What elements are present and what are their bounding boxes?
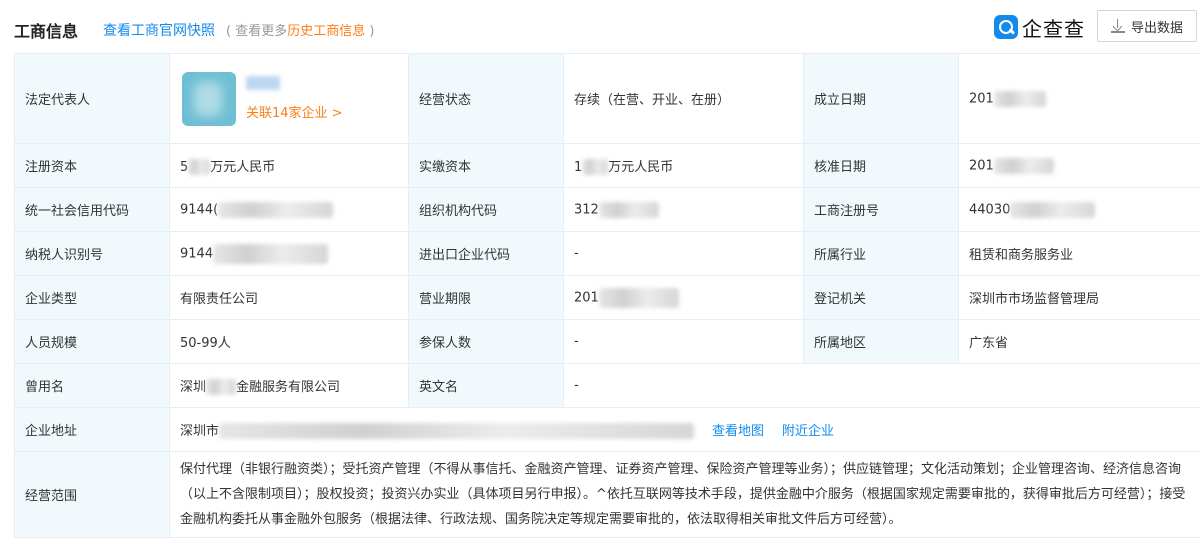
table-row: 纳税人识别号 9144 进出口企业代码 - 所属行业 租赁和商务服务业: [14, 231, 1200, 276]
legal-rep-name-redacted[interactable]: [246, 76, 280, 90]
redacted-block: [993, 157, 1054, 174]
authority-label: 登记机关: [803, 275, 959, 320]
former-name-prefix: 深圳: [180, 379, 207, 395]
status-label: 经营状态: [408, 53, 564, 144]
tax-id-value: 9144: [180, 246, 214, 261]
scope-value: 保付代理（非银行融资类）；受托资产管理（不得从事信托、金融资产管理、证券资产管理…: [169, 451, 1200, 538]
redacted-block: [598, 287, 679, 308]
table-row: 企业地址 深圳市 查看地图 附近企业: [14, 407, 1200, 452]
history-hint-prefix: ( 查看更多: [226, 24, 288, 39]
table-row: 曾用名 深圳 金融服务有限公司 英文名 -: [14, 363, 1200, 408]
redacted-block: [598, 201, 659, 218]
paid-capital-prefix: 1: [574, 159, 583, 175]
est-date-value: 201: [969, 91, 994, 106]
redacted-block: [993, 90, 1046, 107]
reg-no-label: 工商注册号: [803, 187, 959, 232]
approve-date-value: 201: [969, 158, 994, 173]
scope-label: 经营范围: [14, 451, 170, 538]
region-value: 广东省: [958, 319, 1200, 364]
paid-capital-suffix: 万元人民币: [608, 159, 674, 175]
reg-capital-prefix: 5: [180, 159, 189, 175]
table-row: 人员规模 50-99人 参保人数 - 所属地区 广东省: [14, 319, 1200, 364]
staff-label: 人员规模: [14, 319, 170, 364]
related-companies-link[interactable]: 关联14家企业 >: [246, 102, 343, 121]
export-data-button[interactable]: 导出数据: [1097, 10, 1197, 42]
redacted-block: [218, 201, 334, 218]
import-code-value: -: [563, 231, 804, 276]
redacted-block: [582, 159, 609, 176]
term-cell: 201: [563, 275, 804, 320]
search-logo-icon: [994, 15, 1018, 39]
legal-rep-cell: 关联14家企业 >: [169, 53, 409, 144]
snapshot-link[interactable]: 查看工商官网快照: [103, 20, 215, 40]
english-name-value: -: [563, 363, 1200, 408]
credit-code-label: 统一社会信用代码: [14, 187, 170, 232]
paid-capital-label: 实缴资本: [408, 143, 564, 188]
insured-value: -: [563, 319, 804, 364]
term-value: 201: [574, 290, 599, 305]
reg-capital-cell: 5 万元人民币: [169, 143, 409, 188]
logo-text: 企查查: [1022, 16, 1085, 41]
table-row: 注册资本 5 万元人民币 实缴资本 1 万元人民币 核准日期 201: [14, 143, 1200, 188]
est-date-label: 成立日期: [803, 53, 959, 144]
redacted-block: [1010, 201, 1096, 218]
section-title: 工商信息: [14, 22, 79, 41]
org-code-label: 组织机构代码: [408, 187, 564, 232]
approve-date-label: 核准日期: [803, 143, 959, 188]
redacted-block: [206, 379, 237, 396]
former-name-cell: 深圳 金融服务有限公司: [169, 363, 409, 408]
table-row: 统一社会信用代码 9144( 组织机构代码 312 工商注册号 44030: [14, 187, 1200, 232]
english-name-label: 英文名: [408, 363, 564, 408]
authority-value: 深圳市市场监督管理局: [958, 275, 1200, 320]
export-data-label: 导出数据: [1130, 20, 1183, 36]
nearby-companies-link[interactable]: 附近企业: [782, 424, 834, 439]
credit-code-value: 9144(: [180, 202, 219, 217]
section-header: 工商信息 查看工商官网快照 ( 查看更多历史工商信息 ) 企查查 导出数据: [0, 0, 1200, 52]
industry-value: 租赁和商务服务业: [958, 231, 1200, 276]
company-type-value: 有限责任公司: [169, 275, 409, 320]
history-hint: ( 查看更多历史工商信息 ): [226, 20, 374, 39]
table-row: 企业类型 有限责任公司 营业期限 201 登记机关 深圳市市场监督管理局: [14, 275, 1200, 320]
insured-label: 参保人数: [408, 319, 564, 364]
staff-value: 50-99人: [169, 319, 409, 364]
tax-id-label: 纳税人识别号: [14, 231, 170, 276]
org-code-value: 312: [574, 202, 599, 217]
history-info-link[interactable]: 历史工商信息: [287, 24, 365, 39]
redacted-block: [219, 423, 695, 440]
reg-capital-label: 注册资本: [14, 143, 170, 188]
legal-rep-label: 法定代表人: [14, 53, 170, 144]
avatar[interactable]: [182, 71, 236, 126]
former-name-label: 曾用名: [14, 363, 170, 408]
business-info-table: 法定代表人 关联14家企业 > 经营状态 存续（在营、开业、在册） 成立日期 2…: [14, 53, 1200, 538]
status-value: 存续（在营、开业、在册）: [563, 53, 804, 144]
address-value: 深圳市: [180, 423, 220, 439]
table-row: 法定代表人 关联14家企业 > 经营状态 存续（在营、开业、在册） 成立日期 2…: [14, 53, 1200, 144]
org-code-cell: 312: [563, 187, 804, 232]
address-cell: 深圳市 查看地图 附近企业: [169, 407, 1200, 452]
table-row: 经营范围 保付代理（非银行融资类）；受托资产管理（不得从事信托、金融资产管理、证…: [14, 451, 1200, 538]
download-icon: [1110, 19, 1125, 33]
est-date-cell: 201: [958, 53, 1200, 144]
redacted-block: [213, 243, 329, 264]
import-code-label: 进出口企业代码: [408, 231, 564, 276]
address-label: 企业地址: [14, 407, 170, 452]
reg-no-value: 44030: [969, 202, 1011, 217]
tax-id-cell: 9144: [169, 231, 409, 276]
qichacha-logo: 企查查: [994, 14, 1085, 41]
term-label: 营业期限: [408, 275, 564, 320]
industry-label: 所属行业: [803, 231, 959, 276]
region-label: 所属地区: [803, 319, 959, 364]
company-type-label: 企业类型: [14, 275, 170, 320]
approve-date-cell: 201: [958, 143, 1200, 188]
history-hint-suffix: ): [365, 24, 375, 39]
paid-capital-cell: 1 万元人民币: [563, 143, 804, 188]
credit-code-cell: 9144(: [169, 187, 409, 232]
former-name-suffix: 金融服务有限公司: [236, 379, 341, 395]
view-map-link[interactable]: 查看地图: [712, 424, 764, 439]
reg-capital-suffix: 万元人民币: [210, 159, 276, 175]
redacted-block: [188, 159, 211, 176]
reg-no-cell: 44030: [958, 187, 1200, 232]
